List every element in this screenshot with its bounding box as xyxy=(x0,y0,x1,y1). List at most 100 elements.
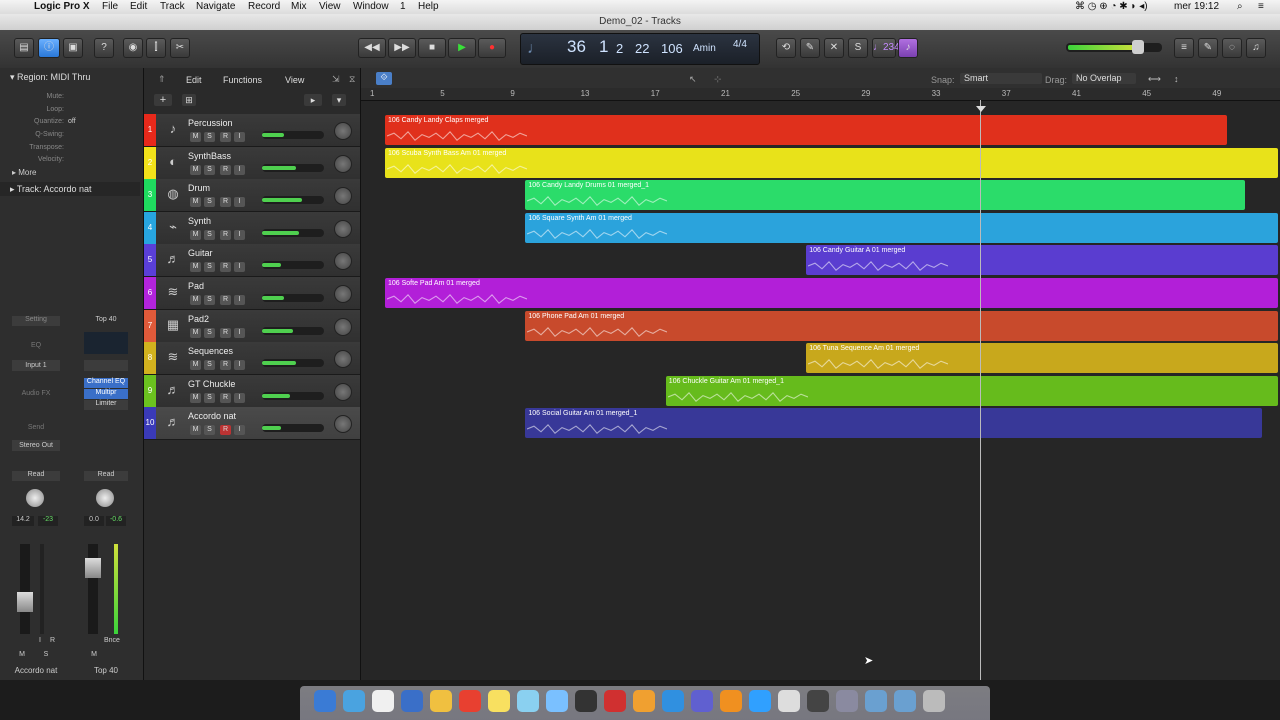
track-volume-slider[interactable] xyxy=(262,294,324,302)
track-name[interactable]: Percussion xyxy=(188,118,233,128)
track-name[interactable]: Sequences xyxy=(188,346,233,356)
track-number[interactable]: 3 xyxy=(144,179,156,212)
track-header[interactable]: 1 ♪ Percussion M S R I xyxy=(144,114,360,147)
track-pan-knob[interactable] xyxy=(334,154,352,173)
track-header[interactable]: 3 ◍ Drum M S R I xyxy=(144,179,360,213)
track-number[interactable]: 10 xyxy=(144,407,156,440)
xcode-icon[interactable] xyxy=(662,690,684,712)
track-header[interactable]: 6 ≋ Pad M S R I xyxy=(144,277,360,310)
track-pan-knob[interactable] xyxy=(334,382,352,401)
safari-icon[interactable] xyxy=(343,690,365,712)
strip1-mute[interactable]: M xyxy=(16,651,28,661)
drag-select[interactable]: No Overlap xyxy=(1072,73,1136,84)
catch-icon[interactable]: ⇲ xyxy=(332,74,340,85)
track-mute-button[interactable]: M xyxy=(190,327,201,338)
tracks-area[interactable]: 1 5 9 13 17 21 25 29 33 37 41 45 49 106 Candy Landy … xyxy=(361,68,1280,680)
compass-icon[interactable] xyxy=(372,690,394,712)
track-number[interactable]: 4 xyxy=(144,211,156,244)
track-name[interactable]: Drum xyxy=(188,183,210,193)
strip1-pan-knob[interactable] xyxy=(26,489,44,507)
help-icon[interactable]: ? xyxy=(94,38,114,58)
master-volume-handle[interactable] xyxy=(1132,40,1144,54)
strip1-setting-button[interactable]: Setting xyxy=(12,316,60,326)
ruler-bar-label[interactable]: 37 xyxy=(1002,89,1011,98)
track-mute-button[interactable]: M xyxy=(190,295,201,305)
track-mute-button[interactable]: M xyxy=(190,197,201,208)
track-record-button[interactable]: R xyxy=(220,262,231,273)
solo-icon[interactable]: S xyxy=(848,38,868,58)
menu-edit[interactable]: Edit xyxy=(130,1,147,12)
strip2-fx-channel-eq[interactable]: Channel EQ xyxy=(84,378,128,388)
track-volume-slider[interactable] xyxy=(262,163,324,172)
snap-select[interactable]: Smart xyxy=(960,73,1042,84)
track-header[interactable]: 5 ♬ Guitar M S R I xyxy=(144,244,360,278)
metronome-button-icon[interactable]: ♪ xyxy=(898,38,918,58)
track-solo-button[interactable]: S xyxy=(204,132,215,142)
trash-icon[interactable] xyxy=(923,690,945,712)
ruler-bar-label[interactable]: 25 xyxy=(791,89,800,98)
search-icon[interactable]: ⌕ xyxy=(1237,1,1243,12)
track-pan-knob[interactable] xyxy=(334,252,352,271)
editors-icon[interactable]: ✂ xyxy=(170,38,190,58)
track-record-button[interactable]: R xyxy=(220,229,231,240)
fast-forward-button[interactable]: ▶▶ xyxy=(388,38,416,58)
rewind-button[interactable]: ◀◀ xyxy=(358,38,386,58)
strip1-fader-track[interactable] xyxy=(20,544,30,634)
track-input-monitor-button[interactable]: I xyxy=(234,262,245,273)
track-number[interactable]: 2 xyxy=(144,146,156,179)
track-solo-button[interactable]: S xyxy=(204,197,215,208)
strip1-fader-handle[interactable] xyxy=(17,592,33,612)
ruler-bar-label[interactable]: 29 xyxy=(861,89,870,98)
track-input-monitor-button[interactable]: I xyxy=(234,229,245,240)
track-instrument-icon[interactable]: ♪ xyxy=(164,120,182,138)
audio-region[interactable]: 106 Phone Pad Am 01 merged xyxy=(525,310,1278,341)
track-instrument-icon[interactable]: ≋ xyxy=(164,283,182,301)
track-volume-slider[interactable] xyxy=(262,196,324,205)
track-pan-knob[interactable] xyxy=(334,317,352,336)
track-name[interactable]: Pad2 xyxy=(188,314,209,324)
track-record-button[interactable]: R xyxy=(220,327,231,338)
track-mute-button[interactable]: M xyxy=(190,425,201,436)
preferences-icon[interactable] xyxy=(778,690,800,712)
menu-window[interactable]: Window xyxy=(353,1,389,12)
master-volume-slider[interactable] xyxy=(1066,40,1162,54)
app-store-icon[interactable] xyxy=(749,690,771,712)
track-solo-button[interactable]: S xyxy=(204,164,215,175)
audio-region[interactable]: 106 Candy Landy Drums 01 merged_1 xyxy=(525,180,1245,211)
ruler-bar-label[interactable]: 21 xyxy=(721,89,730,98)
track-mute-button[interactable]: M xyxy=(190,360,201,371)
menu-view[interactable]: View xyxy=(319,1,341,12)
track-header[interactable]: 9 ♬ GT Chuckle M S R I xyxy=(144,374,360,408)
ruler-bar-label[interactable]: 13 xyxy=(581,89,590,98)
stickies-icon[interactable] xyxy=(488,690,510,712)
list-icon[interactable]: ≡ xyxy=(1258,1,1264,12)
downloads-icon[interactable] xyxy=(894,690,916,712)
track-record-button[interactable]: R xyxy=(220,295,231,305)
strip1-solo[interactable]: S xyxy=(40,651,52,661)
installer-icon[interactable] xyxy=(836,690,858,712)
lcd-display[interactable]: ♩ 36 1 2 22 106 Amin 4/4 xyxy=(520,33,760,65)
view-menu[interactable]: View xyxy=(285,75,304,85)
strip2-pan-knob[interactable] xyxy=(96,489,114,507)
track-solo-button[interactable]: S xyxy=(204,360,215,371)
track-instrument-icon[interactable]: ♬ xyxy=(164,413,182,431)
track-instrument-icon[interactable]: ♬ xyxy=(164,250,182,268)
audio-region[interactable]: 106 Candy Guitar A 01 merged xyxy=(806,245,1278,276)
strip2-setting-button[interactable]: Top 40 xyxy=(84,316,128,326)
track-header[interactable]: 8 ≋ Sequences M S R I xyxy=(144,342,360,376)
track-header[interactable]: 2 ◐ SynthBass M S R I xyxy=(144,146,360,180)
track-record-button[interactable]: R xyxy=(220,164,231,175)
track-input-monitor-button[interactable]: I xyxy=(234,132,245,142)
strip2-fx-limiter[interactable]: Limiter xyxy=(84,400,128,410)
track-solo-button[interactable]: S xyxy=(204,392,215,403)
strip2-fader-handle[interactable] xyxy=(85,558,101,578)
track-input-monitor-button[interactable]: I xyxy=(234,327,245,338)
global-tracks-icon[interactable]: ⊞ xyxy=(182,94,196,106)
more-disclosure[interactable]: ▸ More xyxy=(12,168,36,177)
track-pan-knob[interactable] xyxy=(334,350,352,369)
folder-icon[interactable] xyxy=(865,690,887,712)
camera-icon[interactable] xyxy=(575,690,597,712)
region-inspector-header[interactable]: ▾ Region: MIDI Thru xyxy=(0,72,140,84)
bar-ruler[interactable]: 1 5 9 13 17 21 25 29 33 37 41 45 49 xyxy=(361,88,1280,101)
track-number[interactable]: 6 xyxy=(144,277,156,309)
